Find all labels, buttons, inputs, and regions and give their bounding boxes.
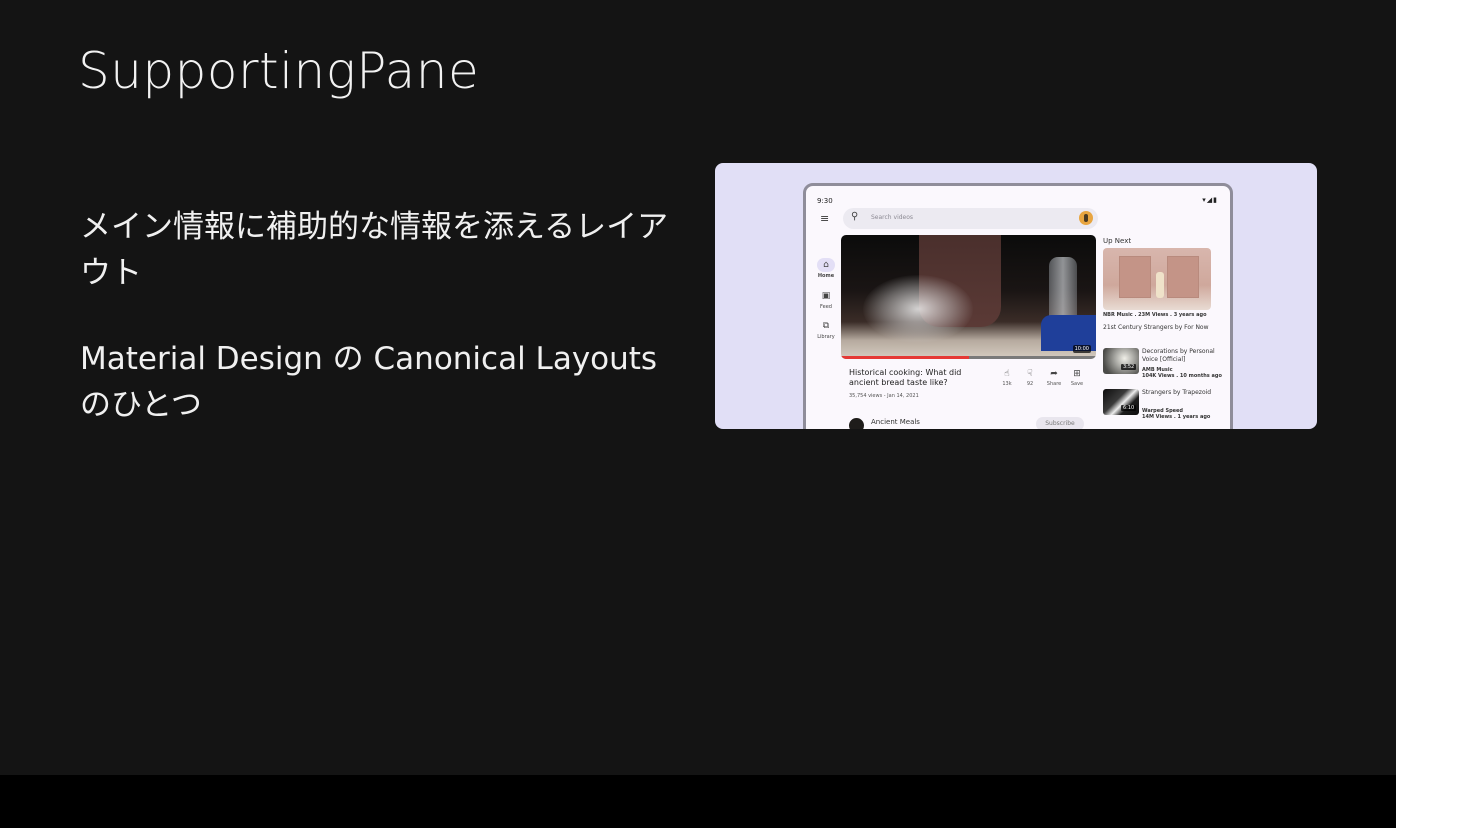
up-next-title: Strangers by Trapezoid <box>1142 389 1212 396</box>
bullet-text-1: メイン情報に補助的な情報を添えるレイアウト <box>80 209 669 291</box>
up-next-meta: NBR Music . 23M Views . 3 years ago <box>1103 312 1207 318</box>
video-meta: 35,754 views - Jan 14, 2021 <box>849 393 919 399</box>
video-duration: 10:00 <box>1072 345 1091 353</box>
mockup-frame: 9:30 ▾◢▮ ≡ ⚲ Search videos ⌂ Home ▣ Feed… <box>715 163 1317 429</box>
tablet-mockup: 9:30 ▾◢▮ ≡ ⚲ Search videos ⌂ Home ▣ Feed… <box>803 183 1233 429</box>
feed-icon: ▣ <box>821 291 831 301</box>
like-button[interactable]: ☝ 13k <box>996 369 1018 387</box>
like-count: 13k <box>1002 381 1012 387</box>
nav-label: Home <box>817 273 835 279</box>
menu-icon[interactable]: ≡ <box>820 212 829 225</box>
channel-avatar[interactable] <box>849 418 864 429</box>
up-next-thumbnail <box>1103 389 1139 415</box>
up-next-thumbnail <box>1103 348 1139 374</box>
search-input[interactable]: Search videos <box>871 214 913 221</box>
nav-label: Library <box>817 334 835 340</box>
slide: SupportingPane メイン情報に補助的な情報を添えるレイアウト Mat… <box>0 0 1396 775</box>
avatar[interactable] <box>1079 211 1093 225</box>
thumb-door-left <box>1119 256 1151 298</box>
share-label: Share <box>1046 381 1062 387</box>
video-progress-track[interactable] <box>841 356 1096 359</box>
channel-name[interactable]: Ancient Meals <box>871 418 920 426</box>
thumbs-up-icon: ☝ <box>1004 369 1010 379</box>
up-next-thumbnail[interactable] <box>1103 248 1211 310</box>
up-next-heading: Up Next <box>1103 237 1132 245</box>
up-next-title: Decorations by Personal Voice [Official] <box>1142 348 1215 363</box>
save-label: Save <box>1070 381 1084 387</box>
status-time: 9:30 <box>817 197 833 205</box>
library-icon: ⧉ <box>822 321 830 331</box>
slide-title: SupportingPane <box>78 42 480 100</box>
search-bar[interactable]: ⚲ Search videos <box>843 208 1098 229</box>
status-icons: ▾◢▮ <box>1202 196 1218 204</box>
dislike-button[interactable]: ☟ 92 <box>1019 369 1041 387</box>
save-button[interactable]: ⊞ Save <box>1066 369 1088 387</box>
up-next-duration: 3:52 <box>1121 364 1137 370</box>
share-button[interactable]: ➦ Share <box>1043 369 1065 387</box>
video-flour <box>863 275 973 343</box>
video-player[interactable]: 10:00 <box>841 235 1096 359</box>
video-progress-fill <box>841 356 969 359</box>
share-icon: ➦ <box>1050 369 1058 379</box>
bottom-bar <box>0 775 1396 828</box>
up-next-duration: 6:10 <box>1121 405 1137 411</box>
up-next-views: 104K Views . 10 months ago <box>1142 373 1222 379</box>
thumb-door-right <box>1167 256 1199 298</box>
up-next-views: 14M Views . 1 years ago <box>1142 414 1211 420</box>
search-icon: ⚲ <box>851 211 859 222</box>
save-icon: ⊞ <box>1073 369 1081 379</box>
thumb-figure <box>1156 272 1164 298</box>
home-icon: ⌂ <box>817 258 835 272</box>
nav-item-feed[interactable]: ▣ Feed <box>810 289 842 310</box>
bullet-text-2: Material Design の Canonical Layouts のひとつ <box>80 341 658 423</box>
video-title: Historical cooking: What did ancient bre… <box>849 368 962 387</box>
nav-item-library[interactable]: ⧉ Library <box>810 319 842 340</box>
dislike-count: 92 <box>1026 381 1034 387</box>
nav-item-home[interactable]: ⌂ Home <box>810 258 842 279</box>
up-next-title[interactable]: 21st Century Strangers by For Now <box>1103 323 1211 332</box>
subscribe-button[interactable]: Subscribe <box>1036 417 1084 429</box>
nav-label: Feed <box>820 304 832 310</box>
thumbs-down-icon: ☟ <box>1027 369 1033 379</box>
